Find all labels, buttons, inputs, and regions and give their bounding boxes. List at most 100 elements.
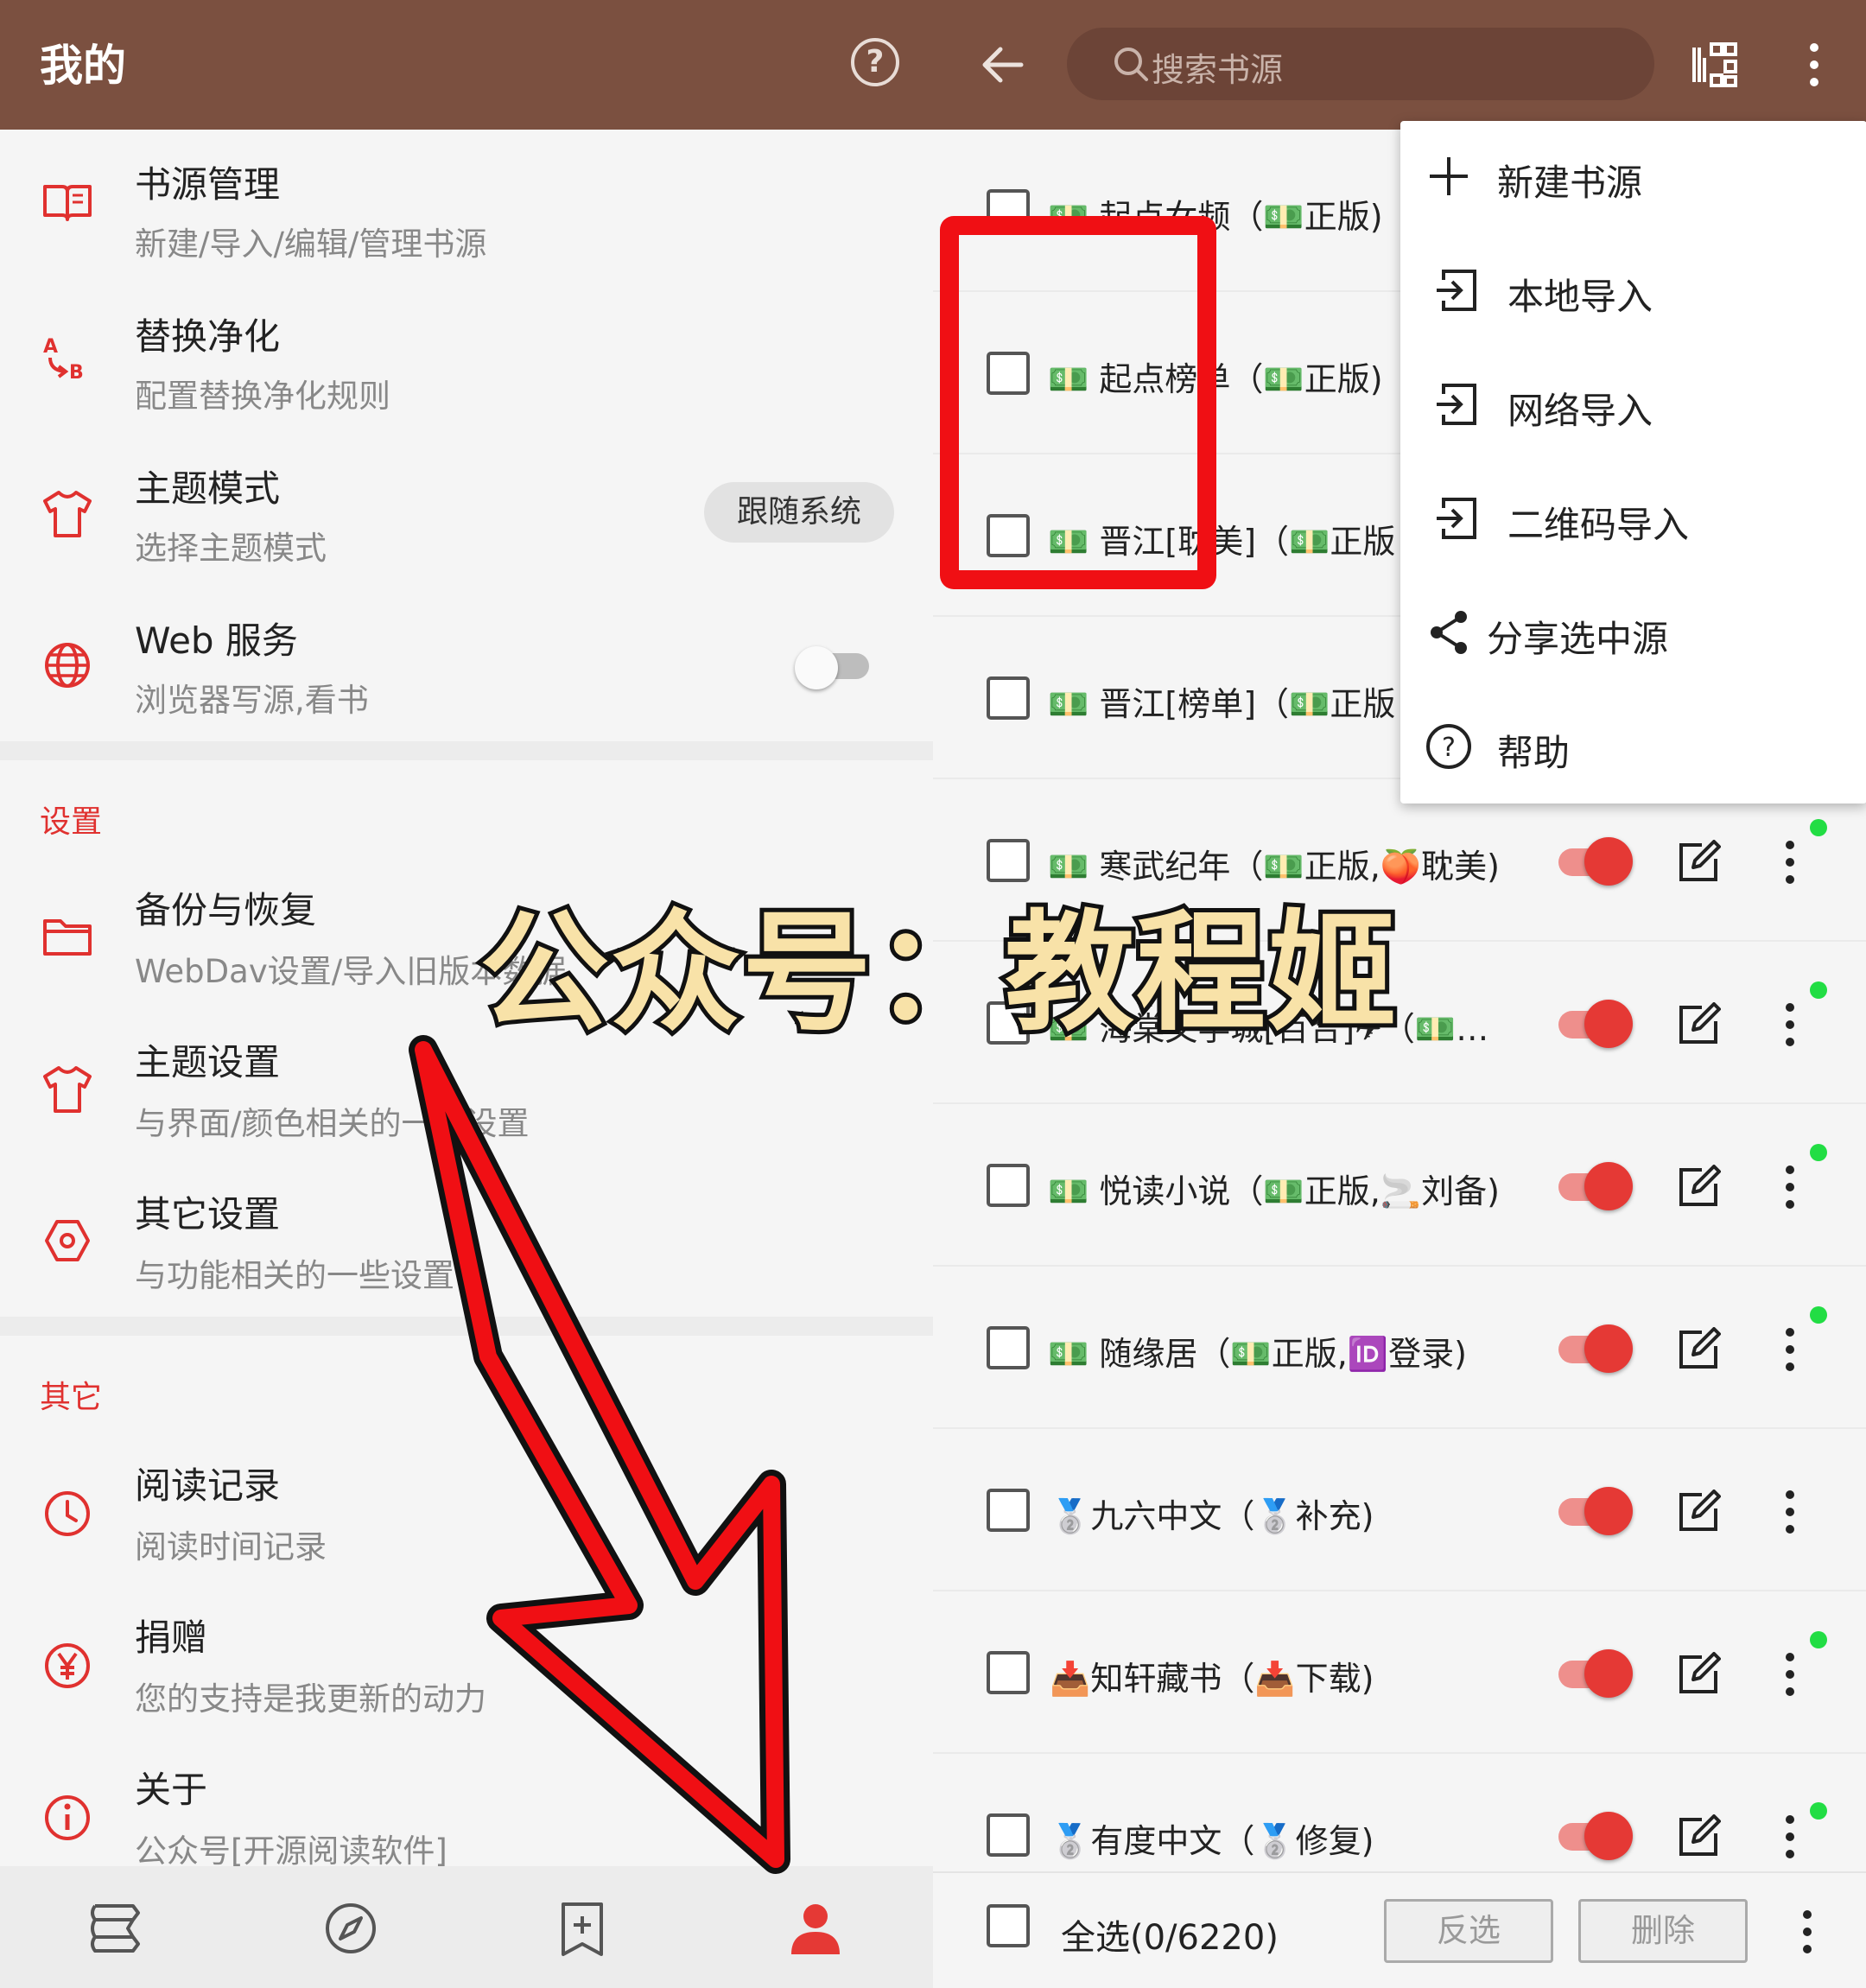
bottom-more-icon[interactable]	[1797, 1906, 1818, 1958]
toggle-thumb	[1584, 837, 1633, 886]
item-subtitle: 与界面/颜色相关的一些设置	[135, 1105, 530, 1142]
menu-item-label: 新建书源	[1497, 162, 1643, 204]
search-icon	[1114, 48, 1148, 81]
edit-icon[interactable]	[1676, 1002, 1721, 1047]
qr-scan-icon[interactable]	[1689, 39, 1741, 91]
theme-mode-chip[interactable]: 跟随系统	[704, 482, 894, 543]
online-indicator	[1810, 819, 1827, 836]
source-row[interactable]: 📥知轩藏书（📥下载)	[933, 1591, 1866, 1754]
row-checkbox[interactable]	[987, 352, 1030, 395]
invert-selection-button[interactable]: 反选	[1384, 1899, 1553, 1963]
share-icon	[1431, 611, 1467, 654]
info-icon	[45, 1795, 90, 1840]
menu-item-help[interactable]: ? 帮助	[1400, 691, 1866, 803]
menu-item-network-import[interactable]: 网络导入	[1400, 349, 1866, 461]
source-name: 💵 起点榜单（💵正版)	[1048, 360, 1383, 398]
web-service-switch[interactable]	[795, 646, 871, 689]
row-checkbox[interactable]	[987, 1813, 1030, 1857]
item-subtitle: 新建/导入/编辑/管理书源	[135, 225, 487, 263]
source-row[interactable]: 🥈九六中文（🥈补充)	[933, 1429, 1866, 1591]
row-checkbox[interactable]	[987, 514, 1030, 557]
row-checkbox[interactable]	[987, 1489, 1030, 1532]
menu-item-other-settings[interactable]: 其它设置 与功能相关的一些设置	[0, 1168, 933, 1320]
row-checkbox[interactable]	[987, 189, 1030, 232]
enable-toggle[interactable]	[1557, 1318, 1633, 1378]
bookshelf-icon[interactable]	[86, 1899, 145, 1958]
row-more-icon[interactable]	[1780, 1161, 1800, 1213]
delete-button[interactable]: 删除	[1578, 1899, 1748, 1963]
source-row[interactable]: 💵 随缘居（💵正版,🆔登录)	[933, 1267, 1866, 1429]
row-more-icon[interactable]	[1780, 836, 1800, 888]
item-title: Web 服务	[135, 619, 298, 662]
menu-item-qr-import[interactable]: 二维码导入	[1400, 463, 1866, 575]
enable-toggle[interactable]	[1557, 1805, 1633, 1865]
toggle-thumb	[1584, 1000, 1633, 1048]
row-more-icon[interactable]	[1780, 1811, 1800, 1863]
menu-item-local-import[interactable]: 本地导入	[1400, 235, 1866, 347]
import-icon	[1437, 384, 1476, 425]
edit-icon[interactable]	[1676, 1165, 1721, 1210]
online-indicator	[1810, 1306, 1827, 1324]
section-divider	[0, 741, 933, 760]
toggle-thumb	[1584, 1487, 1633, 1535]
section-title-settings: 设置	[40, 804, 103, 840]
edit-icon[interactable]	[1676, 1489, 1721, 1534]
item-subtitle: 选择主题模式	[135, 530, 327, 567]
row-more-icon[interactable]	[1780, 1324, 1800, 1375]
menu-item-label: 分享选中源	[1487, 618, 1669, 660]
enable-toggle[interactable]	[1557, 993, 1633, 1053]
source-name: 💵 随缘居（💵正版,🆔登录)	[1048, 1335, 1467, 1373]
row-more-icon[interactable]	[1780, 1486, 1800, 1538]
row-checkbox[interactable]	[987, 1651, 1030, 1694]
source-name: 🥈有度中文（🥈修复)	[1050, 1822, 1374, 1860]
edit-icon[interactable]	[1676, 1652, 1721, 1697]
row-more-icon[interactable]	[1780, 999, 1800, 1051]
question-circle-icon[interactable]: ?	[851, 38, 899, 86]
item-title: 主题模式	[135, 467, 281, 510]
import-icon	[1437, 498, 1476, 539]
menu-item-donate[interactable]: 捐赠 您的支持是我更新的动力	[0, 1586, 933, 1738]
enable-toggle[interactable]	[1557, 830, 1633, 891]
menu-item-new-source[interactable]: 新建书源	[1400, 121, 1866, 233]
back-arrow-icon[interactable]	[976, 39, 1028, 91]
menu-item-about[interactable]: 关于 公众号[开源阅读软件]	[0, 1738, 933, 1870]
row-checkbox[interactable]	[987, 1164, 1030, 1207]
menu-item-label: 帮助	[1497, 732, 1571, 774]
row-checkbox[interactable]	[987, 1326, 1030, 1369]
item-title: 阅读记录	[135, 1464, 281, 1507]
toggle-thumb	[1584, 1649, 1633, 1698]
edit-icon[interactable]	[1676, 1814, 1721, 1859]
item-title: 捐赠	[135, 1616, 208, 1659]
source-name: 📥知轩藏书（📥下载)	[1050, 1660, 1374, 1698]
menu-item-book-source[interactable]: 书源管理 新建/导入/编辑/管理书源	[0, 130, 933, 282]
enable-toggle[interactable]	[1557, 1642, 1633, 1703]
toggle-thumb	[1584, 1162, 1633, 1210]
menu-item-web-service[interactable]: Web 服务 浏览器写源,看书	[0, 586, 933, 738]
menu-item-read-record[interactable]: 阅读记录 阅读时间记录	[0, 1434, 933, 1586]
edit-icon[interactable]	[1676, 1327, 1721, 1372]
menu-item-label: 本地导入	[1507, 276, 1653, 318]
enable-toggle[interactable]	[1557, 1480, 1633, 1540]
item-title: 备份与恢复	[135, 889, 317, 931]
row-more-icon[interactable]	[1780, 1648, 1800, 1700]
selection-bar: 全选(0/6220) 反选 删除	[933, 1871, 1866, 1988]
book-source-appbar: 搜索书源	[933, 0, 1866, 130]
profile-person-icon[interactable]	[786, 1899, 845, 1958]
rss-bookmark-icon[interactable]	[553, 1899, 612, 1958]
search-input[interactable]: 搜索书源	[1067, 28, 1654, 100]
select-all-label[interactable]: 全选(0/6220)	[1061, 1909, 1279, 1959]
online-indicator	[1810, 981, 1827, 999]
item-subtitle: 阅读时间记录	[135, 1528, 327, 1566]
menu-item-label: 网络导入	[1507, 390, 1653, 432]
menu-item-share[interactable]: 分享选中源	[1400, 577, 1866, 689]
import-icon	[1437, 270, 1476, 311]
explore-compass-icon[interactable]	[321, 1899, 380, 1958]
source-name: 🥈九六中文（🥈补充)	[1050, 1497, 1374, 1535]
row-checkbox[interactable]	[987, 676, 1030, 720]
select-all-checkbox[interactable]	[987, 1904, 1030, 1947]
menu-item-replace[interactable]: A B 替换净化 配置替换净化规则	[0, 282, 933, 434]
edit-icon[interactable]	[1676, 840, 1721, 885]
enable-toggle[interactable]	[1557, 1155, 1633, 1216]
source-row[interactable]: 💵 悦读小说（💵正版,🚬刘备)	[933, 1104, 1866, 1267]
more-vert-icon[interactable]	[1806, 39, 1823, 91]
